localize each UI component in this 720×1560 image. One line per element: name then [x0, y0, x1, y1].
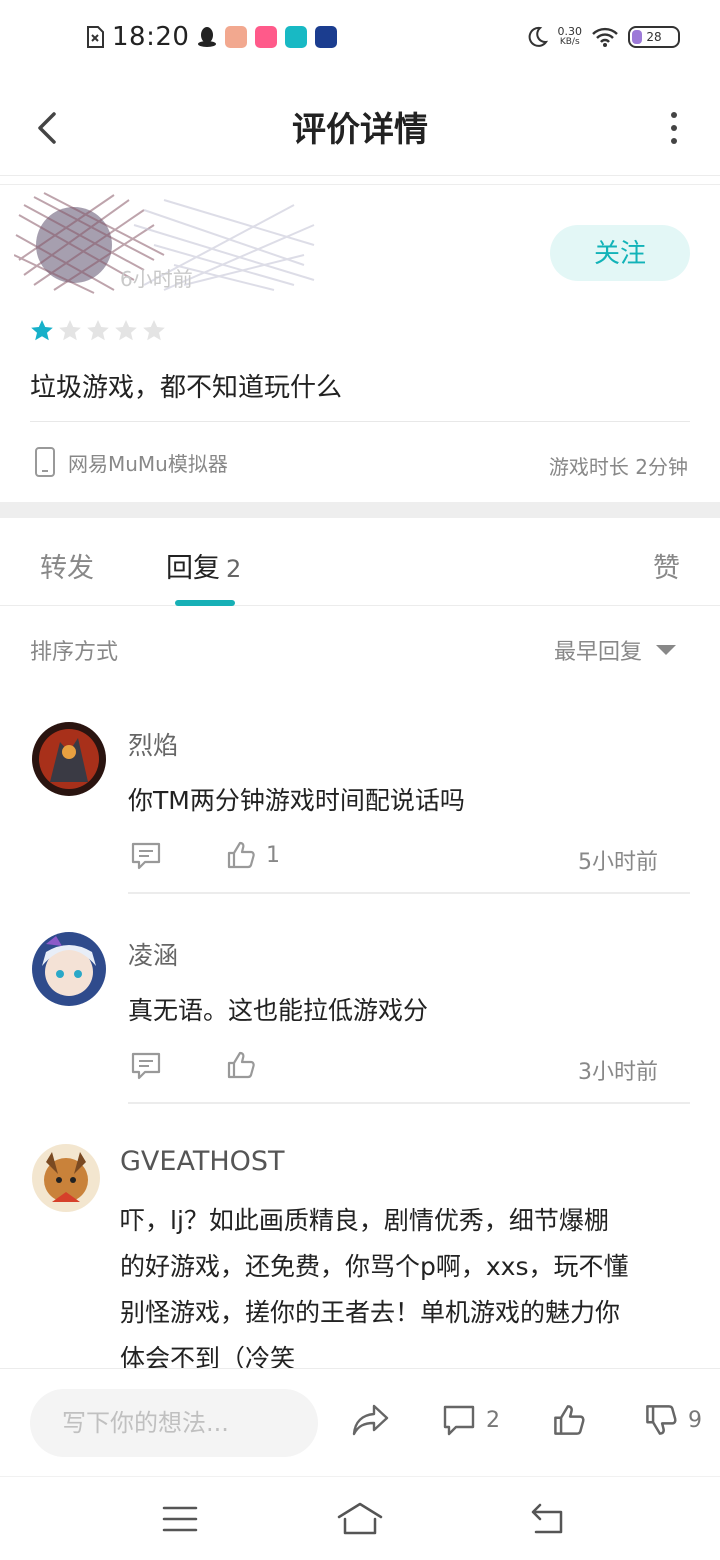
reply-actions: 3小时前 [130, 1050, 658, 1090]
sort-selected: 最早回复 [553, 640, 642, 665]
app-icon-avatar [225, 26, 248, 48]
menu-icon[interactable] [160, 1499, 200, 1539]
net-speed: 0.30 KB/s [558, 26, 583, 48]
like-button[interactable]: 1 [226, 840, 280, 870]
divider [128, 1102, 690, 1104]
wifi-icon [592, 27, 618, 47]
thumbs-up-icon [227, 841, 255, 869]
battery-fill [632, 30, 642, 44]
star-empty-icon [87, 320, 109, 341]
divider [128, 892, 690, 894]
thumbs-up-icon [227, 1051, 255, 1079]
sort-row: 排序方式 最早回复 [0, 606, 720, 690]
comment-input[interactable] [30, 1389, 318, 1457]
device-name: 网易MuMu模拟器 [68, 451, 228, 476]
reply-text-line: 别怪游戏，搓你的王者去！单机游戏的魅力你 [120, 1298, 621, 1327]
taptap-icon [285, 26, 308, 48]
reply-time: 3小时前 [578, 1060, 658, 1085]
home-icon[interactable] [336, 1499, 384, 1539]
comment-icon[interactable] [130, 1050, 162, 1082]
battery-indicator: 28 [628, 26, 680, 48]
star-filled-icon [31, 320, 53, 341]
review-time: 6小时前 [120, 267, 193, 291]
like-review-button[interactable] [552, 1403, 586, 1437]
review-card: 6小时前 关注 垃圾游戏，都不知道玩什么 网易MuMu模拟器 游戏时长 2分钟 [0, 184, 720, 502]
moon-icon [528, 26, 548, 47]
comment-input-bar: 2 9 [0, 1368, 720, 1476]
reply-actions: 1 5小时前 [130, 840, 658, 880]
tab-replies[interactable]: 回复 2 [166, 546, 241, 585]
star-empty-icon [115, 320, 137, 341]
tab-likes[interactable]: 赞 [653, 546, 680, 585]
page-title: 评价详情 [292, 110, 428, 150]
app-header: 评价详情 [0, 80, 720, 176]
reply-author[interactable]: GVEATHOST [120, 1146, 285, 1177]
more-vertical-icon[interactable] [662, 108, 686, 148]
tab-label: 转发 [40, 553, 94, 584]
app-icon-pink [255, 26, 278, 48]
device-info: 网易MuMu模拟器 [34, 447, 228, 477]
tab-label: 回复 [166, 553, 220, 584]
qq-icon [198, 27, 217, 47]
comment-count-button[interactable]: 2 [442, 1403, 500, 1437]
reply-author[interactable]: 烈焰 [128, 726, 178, 762]
thumbs-down-icon [646, 1405, 677, 1435]
star-empty-icon [59, 320, 81, 341]
star-rating [30, 319, 166, 343]
net-speed-value: 0.30 [557, 25, 583, 38]
reply-text: 真无语。这也能拉低游戏分 [128, 996, 429, 1025]
playtime: 游戏时长 2分钟 [548, 455, 688, 479]
avatar[interactable] [32, 932, 106, 1006]
battery-level: 28 [646, 30, 662, 44]
reply-time: 5小时前 [578, 850, 658, 875]
reply-text-line: 的好游戏，还免费，你骂个p啊，xxs，玩不懂 [120, 1252, 629, 1281]
follow-button[interactable]: 关注 [550, 225, 690, 281]
reply-author[interactable]: 凌涵 [128, 936, 178, 972]
share-icon [352, 1404, 389, 1436]
comment-icon [443, 1405, 475, 1436]
system-nav-bar [0, 1476, 720, 1560]
app-icon-blue [315, 26, 338, 48]
review-text: 垃圾游戏，都不知道玩什么 [30, 373, 343, 403]
comment-icon[interactable] [130, 840, 162, 872]
tab-label: 赞 [653, 553, 680, 584]
reply-text-line: 吓，lj？如此画质精良，剧情优秀，细节爆棚 [120, 1206, 609, 1235]
section-gap [0, 502, 720, 518]
caret-down-icon [656, 645, 676, 655]
status-bar: 18:20 0.30 KB/s 28 [0, 0, 720, 80]
share-button[interactable] [352, 1403, 390, 1437]
net-speed-unit: KB/s [559, 37, 580, 47]
comment-count: 2 [486, 1407, 500, 1433]
dislike-button[interactable]: 9 [644, 1403, 702, 1437]
dislike-count: 9 [688, 1407, 702, 1433]
tab-repost[interactable]: 转发 [40, 546, 94, 585]
clock: 18:20 [112, 22, 190, 52]
thumbs-up-icon [554, 1405, 585, 1435]
tab-bar: 转发 回复 2 赞 [0, 518, 720, 606]
avatar[interactable] [32, 722, 106, 796]
reply-text: 吓，lj？如此画质精良，剧情优秀，细节爆棚 的好游戏，还免费，你骂个p啊，xxs… [120, 1198, 629, 1382]
sort-dropdown[interactable]: 最早回复 [554, 634, 676, 666]
back-icon[interactable] [528, 1499, 568, 1539]
star-empty-icon [143, 320, 165, 341]
divider [30, 421, 690, 422]
like-button[interactable] [226, 1050, 266, 1080]
reply-text: 你TM两分钟游戏时间配说话吗 [128, 786, 465, 815]
tab-count: 2 [226, 555, 242, 583]
like-count: 1 [266, 842, 280, 868]
sim-card-icon [87, 26, 104, 48]
phone-icon [35, 447, 55, 477]
sort-label: 排序方式 [30, 640, 119, 665]
avatar[interactable] [32, 1144, 100, 1212]
